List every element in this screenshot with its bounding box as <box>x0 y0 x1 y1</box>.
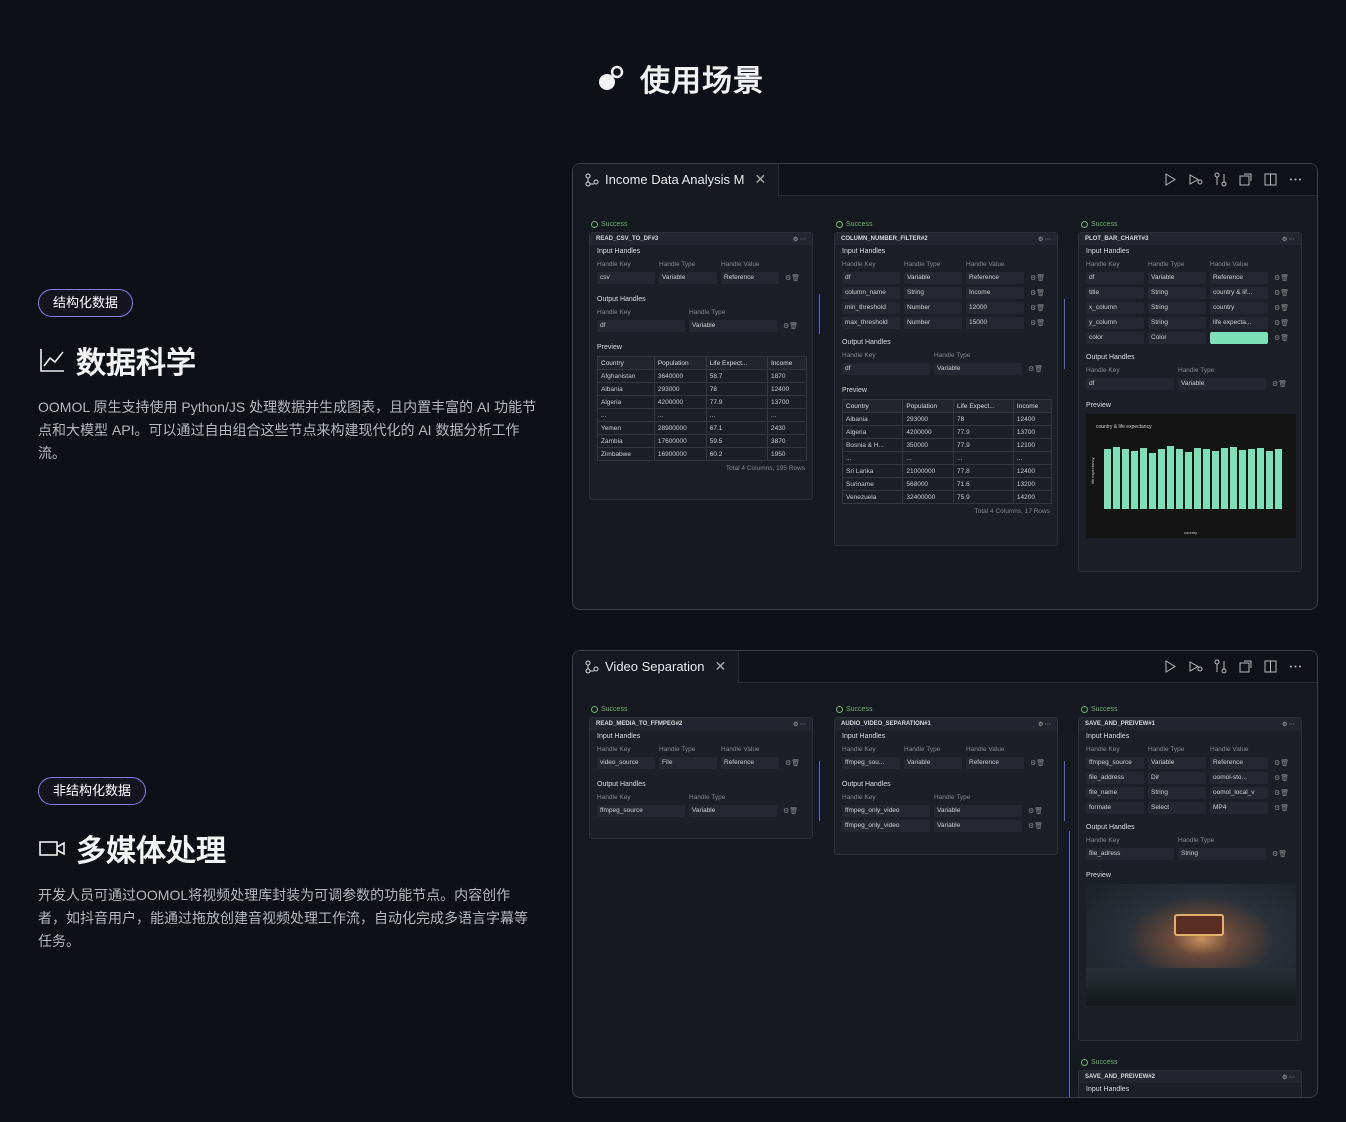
more-icon[interactable] <box>1288 172 1303 187</box>
preview-table: Country Population Life Expect... Income Af… <box>597 356 807 461</box>
bar <box>1221 448 1228 509</box>
node-read-media[interactable]: READ_MEDIA_TO_FFMPEG#2 ⚙ ··· Input Handle… <box>589 717 813 839</box>
chart-line-icon <box>40 349 64 372</box>
flow-icon <box>585 173 599 186</box>
description: OOMOL 原生支持使用 Python/JS 处理数据并生成图表，且内置丰富的 … <box>38 399 537 461</box>
handle-row[interactable]: column_name String Income ⚙🗑 <box>835 285 1057 300</box>
handle-row[interactable]: min_threshold Number 12000 ⚙🗑 <box>835 300 1057 315</box>
heading-text: 数据科学 <box>76 347 196 380</box>
split-icon[interactable] <box>1263 172 1278 187</box>
status-success: Success <box>591 221 627 228</box>
node-plot-bar-chart[interactable]: PLOT_BAR_CHART#3 ⚙ ··· Input Handles Hand… <box>1078 232 1302 572</box>
color-swatch[interactable] <box>1210 331 1268 344</box>
video-camera-icon <box>39 841 65 856</box>
scene-icon <box>599 65 624 90</box>
tab-video-separation[interactable]: Video Separation ✕ <box>573 651 740 683</box>
status-success: Success <box>836 221 872 228</box>
node-save-and-preview-2[interactable]: SAVE_AND_PREIVEW#2 ⚙ ··· Input Handles <box>1078 1070 1302 1097</box>
bar <box>1239 450 1246 509</box>
svg-text:country: country <box>1184 530 1197 535</box>
bar <box>1122 449 1129 509</box>
flow-icon <box>585 660 599 673</box>
node-save-and-preview[interactable]: SAVE_AND_PREIVEW#1 ⚙ ··· Input Handles Ha… <box>1078 717 1302 1041</box>
status-success: Success <box>1081 221 1117 228</box>
output-handles-label: Output Handles <box>597 296 646 303</box>
compare-icon[interactable] <box>1213 659 1228 674</box>
bar <box>1158 449 1165 509</box>
page-title: 使用场景 <box>640 65 764 98</box>
tag-structured: 结构化数据 <box>38 289 134 317</box>
preview-label: Preview <box>597 344 622 351</box>
run-icon[interactable] <box>1163 172 1178 187</box>
bar <box>1140 448 1147 509</box>
run-icon[interactable] <box>1163 659 1178 674</box>
connection-wire <box>1064 761 1065 821</box>
handle-row[interactable]: df Variable ⚙🗑 <box>835 361 1057 376</box>
bar <box>1203 449 1210 509</box>
node-header: READ_CSV_TO_DF#3 ⚙ ··· <box>590 233 812 245</box>
connection-wire <box>1069 831 1070 1097</box>
preview-table: Country Population Life Expect... Income Al… <box>841 399 1053 504</box>
heading-text: 多媒体处理 <box>76 835 226 868</box>
section-title: 使用场景 <box>596 56 764 100</box>
tab-bar: Income Data Analysis M ✕ <box>573 164 1317 196</box>
debug-icon[interactable] <box>1188 172 1203 187</box>
handle-row[interactable]: df Variable Reference ⚙🗑 <box>835 270 1057 285</box>
bar-chart-preview: country & life expectancy life expectanc… <box>1086 414 1296 538</box>
bar <box>1230 447 1237 509</box>
handle-labels: Handle Key Handle Type Handle Value <box>597 260 760 268</box>
bar <box>1275 449 1282 509</box>
node-audio-video-separation[interactable]: AUDIO_VIDEO_SEPARATION#1 ⚙ ··· Input Hand… <box>834 717 1058 855</box>
tab-income-data[interactable]: Income Data Analysis M ✕ <box>573 164 780 196</box>
bar <box>1149 453 1156 509</box>
bar <box>1194 448 1201 509</box>
heading-multimedia: 多媒体处理 <box>38 826 226 870</box>
workflow-panel-income: Income Data Analysis M ✕ Success READ_CS… <box>572 163 1318 610</box>
compare-icon[interactable] <box>1213 172 1228 187</box>
split-icon[interactable] <box>1263 659 1278 674</box>
bar <box>1104 449 1111 509</box>
bar <box>1131 451 1138 509</box>
export-icon[interactable] <box>1238 659 1253 674</box>
tab-label: Income Data Analysis M <box>605 172 745 187</box>
handle-row[interactable]: csv Variable Reference ⚙🗑 <box>590 270 812 285</box>
bar <box>1176 449 1183 509</box>
node-read-csv[interactable]: READ_CSV_TO_DF#3 ⚙ ··· Input Handles Hand… <box>589 232 813 500</box>
connection-wire <box>819 294 820 334</box>
tag-unstructured: 非结构化数据 <box>38 777 147 805</box>
input-handles-label: Input Handles <box>597 248 641 255</box>
description: 开发人员可通过OOMOL将视频处理库封装为可调参数的功能节点。内容创作者，如抖音… <box>38 887 528 949</box>
connection-wire <box>1064 299 1065 369</box>
export-icon[interactable] <box>1238 172 1253 187</box>
svg-text:country & life expectancy: country & life expectancy <box>1096 424 1152 430</box>
handle-row[interactable]: max_threshold Number 15000 ⚙🗑 <box>835 315 1057 330</box>
connection-wire <box>819 761 820 821</box>
bar <box>1113 447 1120 509</box>
handle-row[interactable]: df Variable ⚙🗑 <box>590 318 812 333</box>
close-icon[interactable]: ✕ <box>754 171 766 188</box>
bar <box>1212 451 1219 509</box>
toolbar <box>1163 172 1303 187</box>
bar <box>1248 449 1255 509</box>
close-icon[interactable]: ✕ <box>715 658 727 675</box>
debug-icon[interactable] <box>1188 659 1203 674</box>
table-footer: Total 4 Columns, 195 Rows <box>725 465 805 472</box>
heading-data-science: 数据科学 <box>38 338 196 382</box>
workflow-panel-video: Video Separation ✕ Success READ_MEDIA_TO… <box>572 650 1318 1098</box>
bar <box>1257 448 1264 509</box>
bar <box>1266 451 1273 509</box>
node-column-filter[interactable]: COLUMN_NUMBER_FILTER#2 ⚙ ··· Input Handle… <box>834 232 1058 546</box>
video-preview-image <box>1086 884 1296 1006</box>
svg-text:life expectancy: life expectancy <box>1090 458 1095 484</box>
bar <box>1185 452 1192 509</box>
bar <box>1167 446 1174 509</box>
more-icon[interactable] <box>1288 659 1303 674</box>
